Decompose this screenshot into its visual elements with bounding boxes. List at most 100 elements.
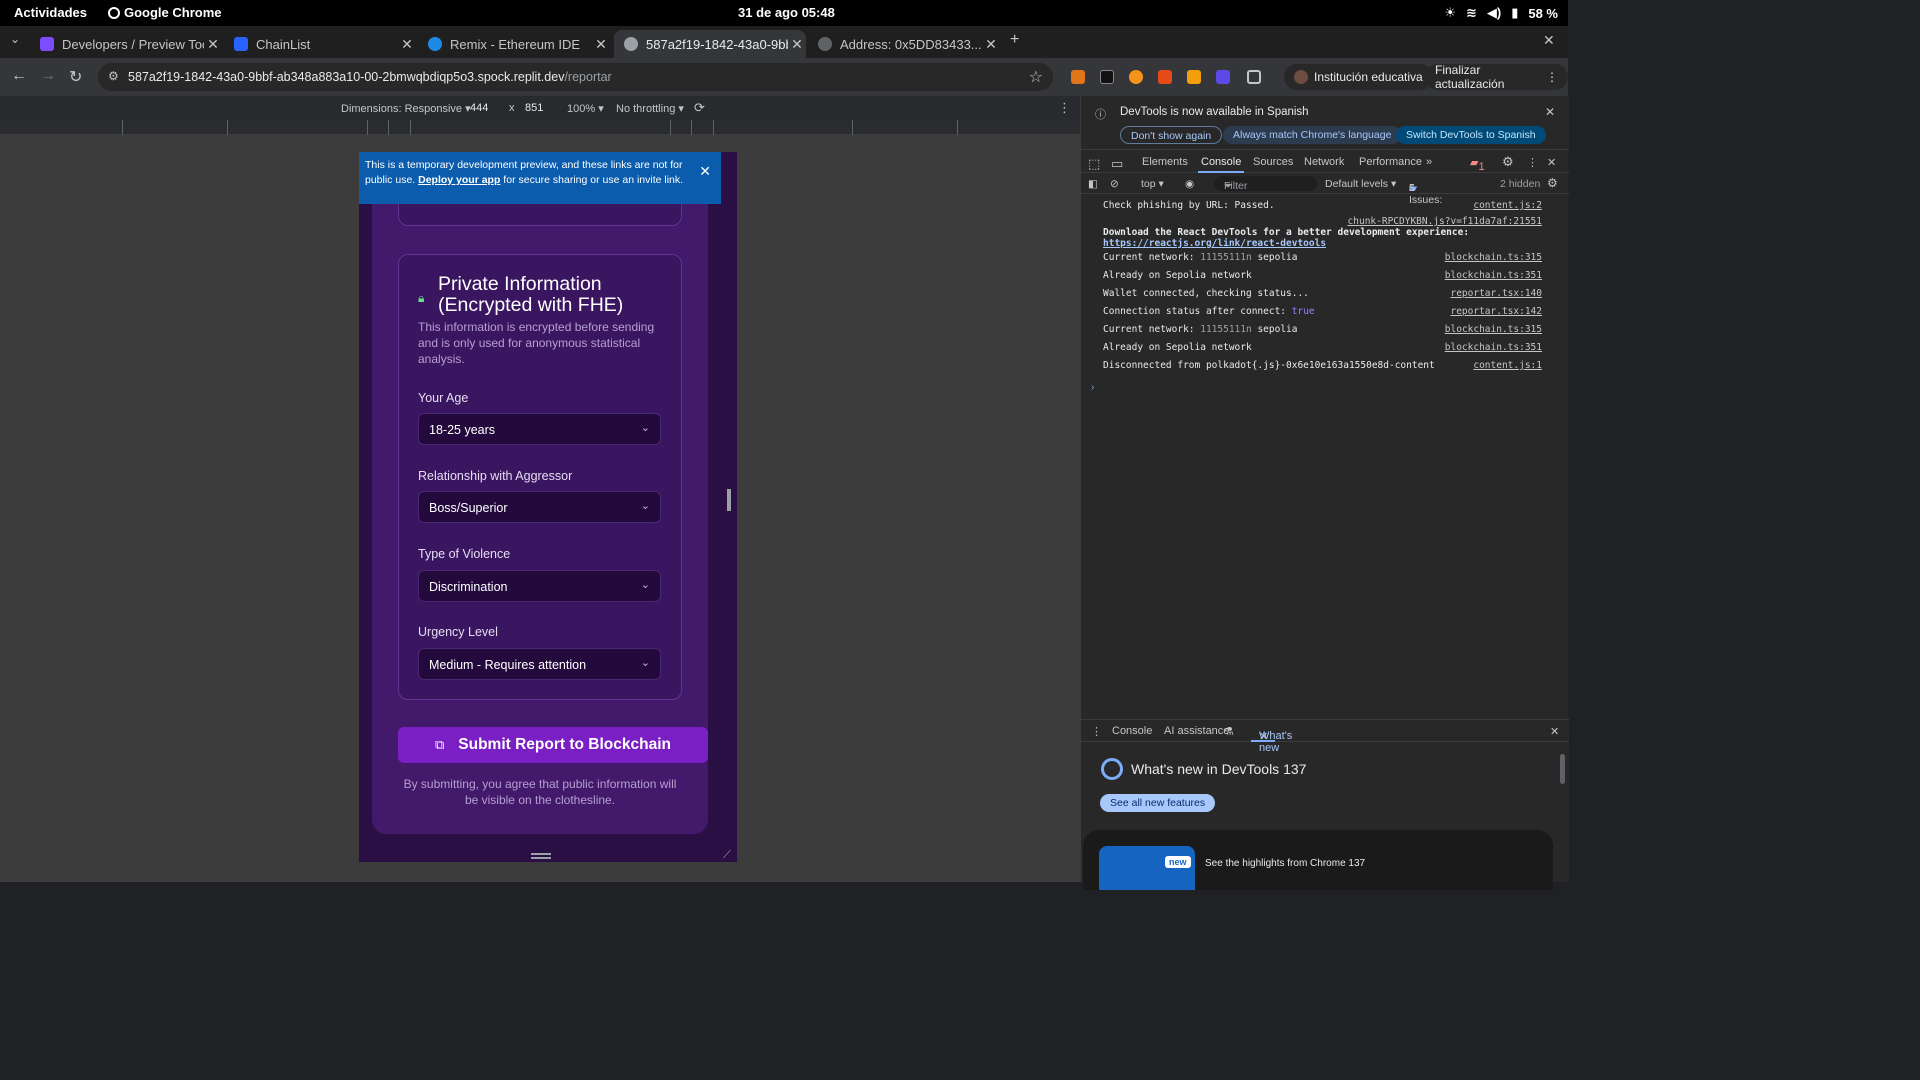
tab-close-icon[interactable]: ✕	[592, 36, 610, 53]
source-link[interactable]: content.js:1	[1473, 360, 1542, 371]
close-icon[interactable]: ✕	[699, 164, 711, 179]
bookmark-star-icon[interactable]: ☆	[1029, 67, 1043, 87]
source-link[interactable]: blockchain.ts:315	[1445, 252, 1542, 263]
media-query-ruler[interactable]	[0, 120, 1080, 135]
console-settings-icon[interactable]: ⚙	[1547, 176, 1558, 190]
error-count: 1	[1478, 161, 1485, 173]
clear-console-icon[interactable]: ⊘	[1110, 178, 1119, 190]
app-menu[interactable]: Google Chrome	[108, 5, 222, 20]
extension-icon[interactable]	[1129, 70, 1143, 84]
throttling-select[interactable]: No throttling ▾	[616, 102, 684, 115]
source-link[interactable]: blockchain.ts:351	[1445, 270, 1542, 281]
console-prompt-caret-icon[interactable]: ›	[1091, 382, 1094, 393]
close-icon[interactable]: ✕	[1545, 105, 1555, 119]
tab-favicon-icon	[234, 37, 248, 51]
close-devtools-icon[interactable]: ✕	[1547, 156, 1556, 169]
tab-network[interactable]: Network	[1304, 156, 1344, 168]
extension-icon[interactable]	[1158, 70, 1172, 84]
drawer-scrollbar[interactable]	[1560, 754, 1565, 784]
dont-show-again-button[interactable]: Don't show again	[1120, 126, 1223, 144]
urgency-select[interactable]: Medium - Requires attention ⌄	[418, 648, 661, 680]
tab-developers[interactable]: Developers / Preview Too ✕	[30, 30, 222, 58]
source-link[interactable]: blockchain.ts:315	[1445, 324, 1542, 335]
filter-input[interactable]: ⏷ Filter	[1214, 176, 1317, 192]
sidebar-toggle-icon[interactable]: ◧	[1088, 178, 1098, 190]
log-levels-select[interactable]: Default levels ▾	[1325, 178, 1396, 190]
close-drawer-icon[interactable]: ✕	[1550, 725, 1559, 738]
drawer-tab-ai-assistance[interactable]: AI assistance	[1164, 725, 1229, 737]
more-tabs-icon[interactable]: »	[1426, 156, 1432, 168]
source-link[interactable]: chunk-RPCDYKBN.js?v=f11da7af:21551	[1348, 216, 1542, 227]
source-link[interactable]: content.js:2	[1473, 200, 1542, 211]
inspect-icon[interactable]: ⬚	[1088, 156, 1100, 172]
log-row: Disconnected from polkadot{.js}-0x6e10e1…	[1103, 360, 1542, 371]
activities-button[interactable]: Actividades	[14, 5, 87, 20]
height-input[interactable]: 851	[525, 102, 543, 114]
viewport-resize-handle-right[interactable]	[727, 489, 731, 511]
language-infobar: ⓘ DevTools is now available in Spanish ✕…	[1081, 96, 1569, 150]
highlights-card[interactable]: new See the highlights from Chrome 137	[1083, 830, 1553, 890]
url-text[interactable]: 587a2f19-1842-43a0-9bbf-ab348a883a10-00-…	[128, 70, 612, 84]
dimensions-select[interactable]: Dimensions: Responsive ▾	[341, 102, 471, 115]
tab-replit-preview[interactable]: 587a2f19-1842-43a0-9bb ✕	[614, 30, 806, 58]
deploy-link[interactable]: Deploy your app	[418, 174, 500, 186]
clock[interactable]: 31 de ago 05:48	[738, 5, 835, 20]
source-link[interactable]: blockchain.ts:351	[1445, 342, 1542, 353]
address-bar[interactable]: ⚙ 587a2f19-1842-43a0-9bbf-ab348a883a10-0…	[98, 63, 1053, 91]
tab-remix[interactable]: Remix - Ethereum IDE ✕	[418, 30, 610, 58]
window-close-button[interactable]: ✕	[1543, 32, 1555, 49]
tab-close-icon[interactable]: ✕	[788, 36, 806, 53]
device-menu-icon[interactable]: ⋮	[1058, 100, 1071, 116]
tab-chainlist[interactable]: ChainList ✕	[224, 30, 416, 58]
tab-console[interactable]: Console	[1197, 156, 1245, 173]
match-language-button[interactable]: Always match Chrome's language	[1223, 126, 1402, 144]
forward-button[interactable]: →	[40, 67, 56, 85]
rotate-icon[interactable]: ⟳	[694, 100, 705, 116]
tab-close-icon[interactable]: ✕	[982, 36, 1000, 53]
tab-sources[interactable]: Sources	[1253, 156, 1293, 168]
live-expression-eye-icon[interactable]: ◉	[1185, 178, 1194, 190]
tab-search-button[interactable]: ⌄	[10, 32, 20, 46]
tab-address[interactable]: Address: 0x5DD83433... ✕	[808, 30, 1000, 58]
drawer-tabs: ⋮ Console AI assistance ⚗ What's new ✕ ✕	[1081, 720, 1569, 754]
extension-icon[interactable]	[1187, 70, 1201, 84]
age-select[interactable]: 18-25 years ⌄	[418, 413, 661, 445]
new-tab-button[interactable]: +	[1010, 31, 1019, 49]
reload-button[interactable]: ↻	[69, 67, 82, 87]
drawer-menu-icon[interactable]: ⋮	[1091, 725, 1102, 738]
metamask-extension-icon[interactable]	[1071, 70, 1085, 84]
tab-performance[interactable]: Performance	[1359, 156, 1422, 168]
see-all-features-button[interactable]: See all new features	[1100, 794, 1216, 812]
log-row: Current network: 11155111n sepolia blockc…	[1103, 324, 1542, 335]
site-info-icon[interactable]: ⚙	[108, 69, 119, 83]
tab-elements[interactable]: Elements	[1142, 156, 1188, 168]
volume-icon: ◀)	[1486, 5, 1502, 20]
system-tray[interactable]: ☀ ≋ ◀) ▮ 58 %	[1444, 5, 1558, 21]
source-link[interactable]: reportar.tsx:140	[1450, 288, 1542, 299]
close-icon[interactable]: ✕	[1259, 730, 1268, 743]
tab-close-icon[interactable]: ✕	[204, 36, 222, 53]
devtools-menu-icon[interactable]: ⋮	[1527, 156, 1538, 169]
update-button[interactable]: Finalizar actualización ⋮	[1425, 63, 1568, 91]
context-select[interactable]: top ▾	[1141, 178, 1164, 190]
extensions-puzzle-icon[interactable]	[1247, 70, 1261, 84]
submit-report-button[interactable]: ⧉ Submit Report to Blockchain	[398, 727, 708, 763]
device-toggle-icon[interactable]: ▭	[1111, 156, 1123, 172]
error-count-badge[interactable]: ▰ 1	[1470, 156, 1485, 173]
zoom-select[interactable]: 100% ▾	[567, 102, 604, 115]
violence-type-select[interactable]: Discrimination ⌄	[418, 570, 661, 602]
profile-label: Institución educativa	[1314, 70, 1423, 84]
drawer-tab-console[interactable]: Console	[1112, 725, 1152, 737]
source-link[interactable]: reportar.tsx:142	[1450, 306, 1542, 317]
viewport-resize-handle-bottom[interactable]	[531, 853, 551, 859]
settings-gear-icon[interactable]: ⚙	[1502, 154, 1514, 170]
resize-corner-icon[interactable]: ⟋	[723, 849, 731, 862]
width-input[interactable]: 444	[470, 102, 488, 114]
extension-icon[interactable]	[1216, 70, 1230, 84]
profile-button[interactable]: Institución educativa	[1284, 64, 1433, 90]
switch-language-button[interactable]: Switch DevTools to Spanish	[1396, 126, 1546, 144]
extension-icon[interactable]	[1100, 70, 1114, 84]
tab-close-icon[interactable]: ✕	[398, 36, 416, 53]
back-button[interactable]: ←	[11, 67, 27, 85]
relationship-select[interactable]: Boss/Superior ⌄	[418, 491, 661, 523]
